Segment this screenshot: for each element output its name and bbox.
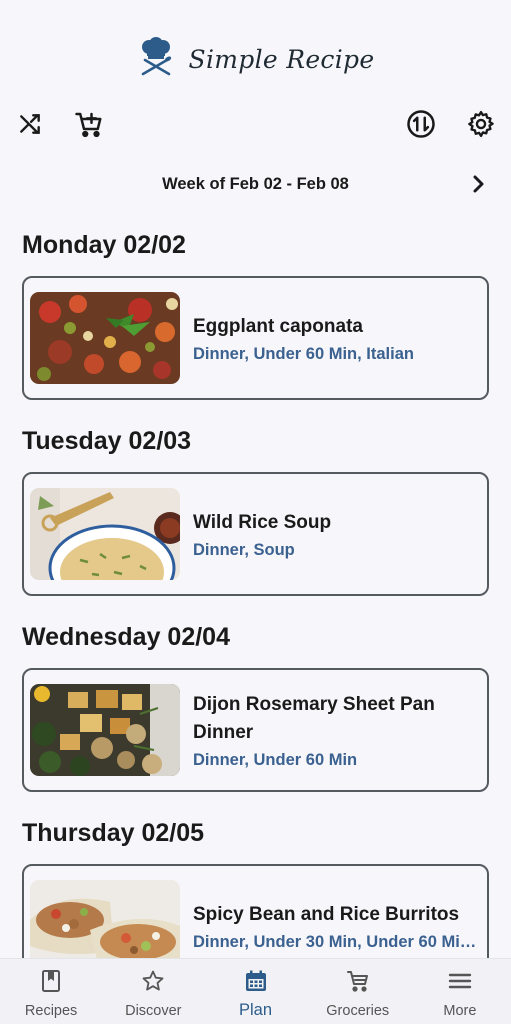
recipe-info: Eggplant caponata Dinner, Under 60 Min, … [193, 313, 483, 364]
day-section-monday: Monday 02/02 Eggplant caponata Dinner, U… [22, 226, 489, 422]
toolbar [0, 106, 511, 142]
shuffle-icon[interactable] [12, 106, 48, 142]
recipe-tags: Dinner, Under 60 Min, Italian [193, 344, 414, 363]
add-shopping-cart-icon[interactable] [71, 106, 107, 142]
brand-logo: Simple Recipe [137, 36, 375, 82]
recipe-tags: Dinner, Under 60 Min [193, 750, 358, 769]
recipe-tags: Dinner, Under 30 Min, Under 60 Mi… [193, 932, 477, 951]
day-section-wednesday: Wednesday 02/04 Dijon Rosemary Sheet Pan… [22, 618, 489, 814]
recipe-name: Wild Rice Soup [193, 511, 332, 533]
day-section-tuesday: Tuesday 02/03 Wild Rice Soup Dinner, Sou… [22, 422, 489, 618]
recipe-thumbnail [30, 684, 180, 776]
nav-item-more[interactable]: More [409, 959, 511, 1024]
nav-item-discover[interactable]: Discover [102, 959, 204, 1024]
nav-label: More [443, 1003, 477, 1019]
recipe-thumbnail [30, 488, 180, 580]
book-icon [40, 969, 62, 998]
calendar-icon [244, 969, 268, 998]
recipe-info: Spicy Bean and Rice Burritos Dinner, Und… [193, 901, 483, 952]
chef-hat-utensils-icon [137, 36, 175, 82]
recipe-info: Wild Rice Soup Dinner, Soup [193, 509, 483, 560]
recipe-name: Eggplant caponata [193, 315, 363, 337]
week-selector: Week of Feb 02 - Feb 08 [0, 168, 511, 200]
recipe-card[interactable]: Dijon Rosemary Sheet Pan Dinner Dinner, … [22, 668, 489, 792]
day-title: Thursday 02/05 [22, 819, 205, 847]
nav-item-recipes[interactable]: Recipes [0, 959, 102, 1024]
day-title: Monday 02/02 [22, 231, 186, 259]
nav-label: Discover [125, 1003, 182, 1019]
nav-label: Groceries [326, 1003, 390, 1019]
cart-icon [345, 969, 371, 998]
nav-label: Recipes [24, 1003, 78, 1019]
menu-icon [447, 969, 473, 998]
recipe-info: Dijon Rosemary Sheet Pan Dinner Dinner, … [193, 691, 483, 770]
recipe-tags: Dinner, Soup [193, 540, 295, 559]
gear-icon[interactable] [463, 106, 499, 142]
app-header: Simple Recipe [0, 0, 511, 100]
recipe-name: Dijon Rosemary Sheet Pan Dinner [193, 693, 435, 743]
day-title: Wednesday 02/04 [22, 623, 230, 651]
sync-arrows-icon[interactable] [403, 106, 439, 142]
recipe-thumbnail [30, 292, 180, 384]
recipe-card[interactable]: Wild Rice Soup Dinner, Soup [22, 472, 489, 596]
recipe-name: Spicy Bean and Rice Burritos [193, 903, 460, 925]
nav-label: Plan [238, 1001, 273, 1019]
week-label: Week of Feb 02 - Feb 08 [162, 174, 349, 193]
star-icon [140, 969, 166, 998]
meal-plan-list: Monday 02/02 Eggplant caponata Dinner, U… [22, 226, 489, 1010]
nav-item-groceries[interactable]: Groceries [307, 959, 409, 1024]
chevron-right-icon[interactable] [465, 170, 493, 198]
recipe-card[interactable]: Eggplant caponata Dinner, Under 60 Min, … [22, 276, 489, 400]
nav-item-plan[interactable]: Plan [204, 959, 306, 1024]
day-title: Tuesday 02/03 [22, 427, 192, 455]
brand-name: Simple Recipe [188, 44, 375, 74]
bottom-navigation: Recipes Discover Plan Groceries More [0, 958, 511, 1024]
